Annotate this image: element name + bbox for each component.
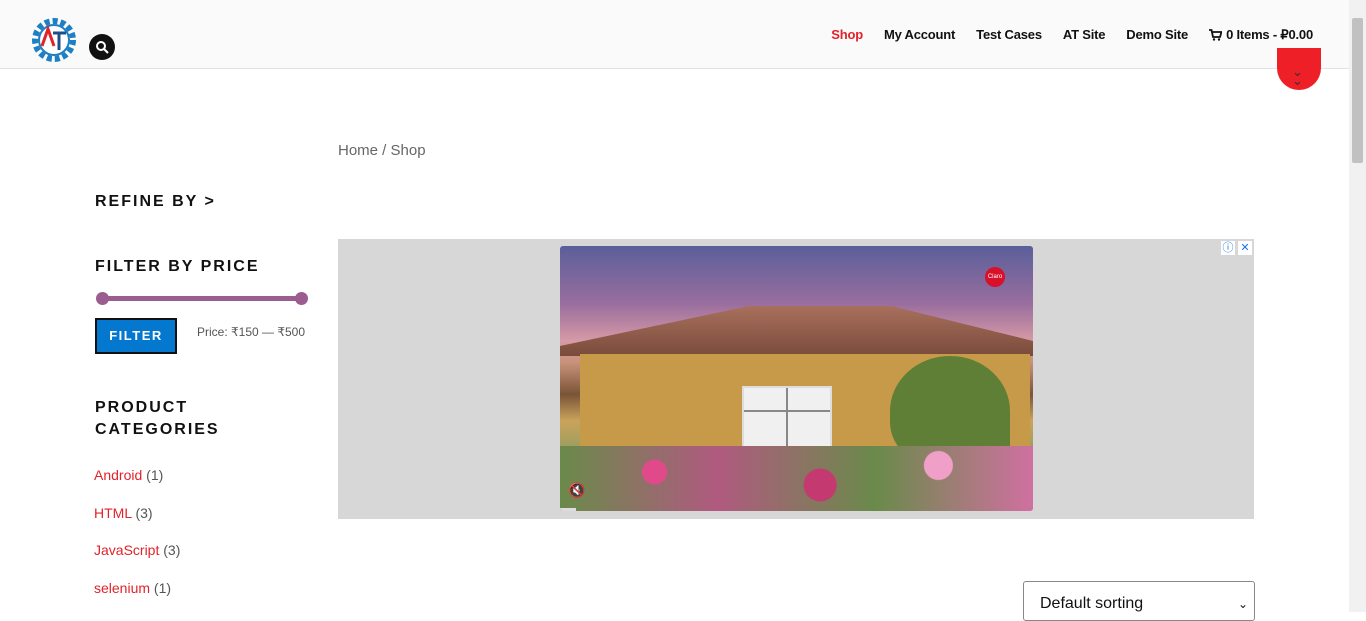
mute-icon[interactable]: 🔇	[568, 482, 585, 499]
advertisement[interactable]: ⓘ ✕ Claro 🔇	[338, 239, 1254, 519]
refine-by-heading[interactable]: REFINE BY >	[95, 191, 216, 213]
category-count: (1)	[146, 467, 164, 483]
search-icon	[96, 41, 109, 54]
ad-video-flowers	[560, 446, 1033, 511]
category-item: HTML (3)	[94, 505, 180, 543]
ad-info-icon[interactable]: ⓘ	[1221, 241, 1235, 255]
nav-shop[interactable]: Shop	[831, 27, 863, 43]
category-link-android[interactable]: Android	[94, 467, 142, 483]
product-categories-heading-line2: CATEGORIES	[95, 421, 220, 438]
breadcrumb: Home / Shop	[338, 142, 426, 159]
nav-test-cases[interactable]: Test Cases	[976, 27, 1042, 43]
nav-my-account[interactable]: My Account	[884, 27, 955, 43]
category-link-html[interactable]: HTML	[94, 505, 132, 521]
cart-icon	[1209, 29, 1223, 41]
breadcrumb-separator: /	[378, 142, 391, 159]
site-header: Shop My Account Test Cases AT Site Demo …	[0, 0, 1349, 69]
scrollbar-thumb[interactable]	[1352, 18, 1363, 163]
sorting-selected: Default sorting	[1040, 595, 1144, 612]
search-button[interactable]	[89, 34, 115, 60]
ad-video-window	[742, 386, 832, 455]
sorting-select[interactable]: Default sorting ⌄	[1023, 581, 1255, 621]
category-item: JavaScript (3)	[94, 542, 180, 580]
scroll-down-button[interactable]: ⌄ ⌄	[1277, 48, 1321, 90]
category-count: (3)	[163, 542, 181, 558]
category-item: selenium (1)	[94, 580, 180, 618]
cart-summary: 0 Items - ₽0.00	[1226, 27, 1313, 42]
breadcrumb-home[interactable]: Home	[338, 142, 378, 159]
price-slider[interactable]	[96, 292, 308, 305]
main-nav: Shop My Account Test Cases AT Site Demo …	[810, 27, 1313, 43]
product-categories-heading: PRODUCT CATEGORIES	[95, 397, 220, 441]
nav-demo-site[interactable]: Demo Site	[1126, 27, 1188, 43]
nav-at-site[interactable]: AT Site	[1063, 27, 1106, 43]
page-scrollbar[interactable]	[1349, 0, 1366, 612]
breadcrumb-current: Shop	[390, 142, 426, 159]
ad-close-icon[interactable]: ✕	[1238, 241, 1252, 255]
category-count: (1)	[153, 579, 172, 596]
price-slider-min-handle[interactable]	[96, 292, 109, 305]
ad-video-roof	[560, 306, 1033, 356]
cart-link[interactable]: 0 Items - ₽0.00	[1209, 27, 1313, 43]
chevron-down-icon: ⌄	[1237, 597, 1248, 611]
category-link-selenium[interactable]: selenium	[94, 580, 150, 596]
category-item: Android (1)	[94, 467, 180, 505]
filter-button[interactable]: FILTER	[95, 318, 177, 354]
site-logo[interactable]	[28, 14, 80, 66]
category-count: (3)	[135, 504, 153, 521]
price-range-label: Price: ₹150 — ₹500	[197, 325, 305, 339]
category-list: Android (1) HTML (3) JavaScript (3) sele…	[94, 467, 180, 617]
category-link-javascript[interactable]: JavaScript	[94, 542, 159, 558]
filter-by-price-heading: FILTER BY PRICE	[95, 258, 260, 275]
ad-video[interactable]: Claro 🔇	[560, 246, 1033, 511]
price-slider-max-handle[interactable]	[295, 292, 308, 305]
ad-controls: ⓘ ✕	[1221, 241, 1252, 255]
ad-brand-logo: Claro	[985, 267, 1005, 287]
product-categories-heading-line1: PRODUCT	[95, 399, 189, 416]
scroll-down-icon: ⌄ ⌄	[1292, 64, 1303, 88]
video-progress	[560, 508, 576, 511]
